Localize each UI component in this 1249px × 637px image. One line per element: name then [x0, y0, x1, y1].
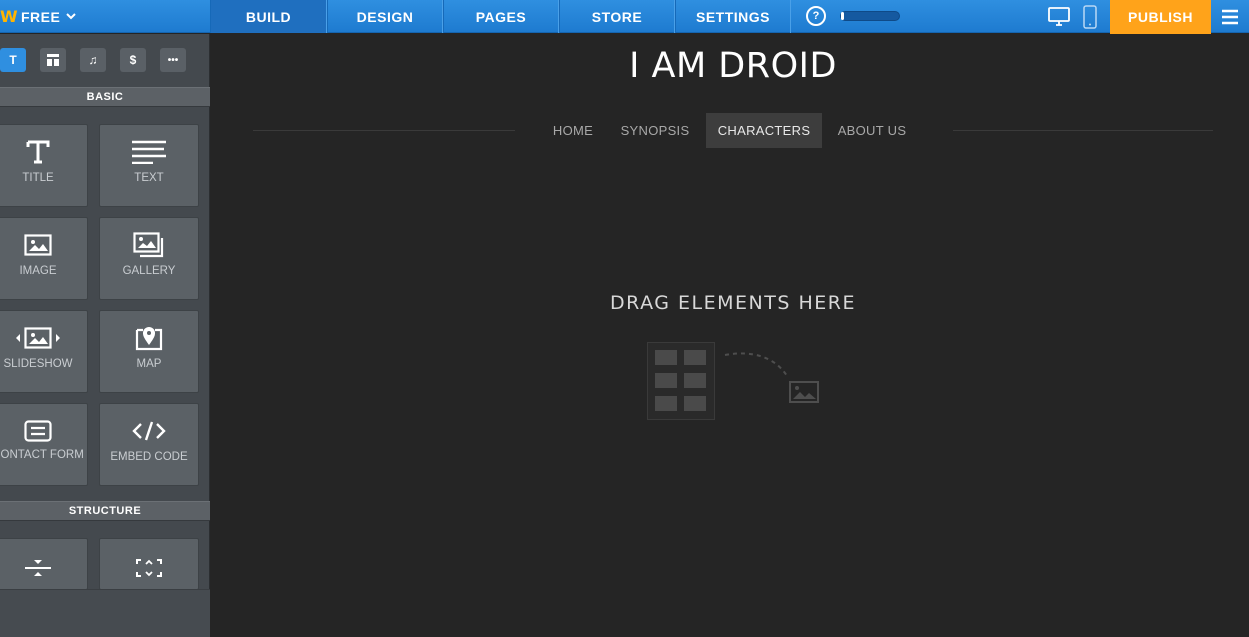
main-nav: BUILD DESIGN PAGES STORE SETTINGS — [210, 0, 791, 33]
spacer-icon — [135, 553, 163, 583]
map-element[interactable]: MAP — [99, 310, 199, 393]
elements-sidebar: T ♫ $ ••• BASIC TITLE TEXT IMAGE GALLERY — [0, 34, 210, 637]
mobile-view-icon[interactable] — [1080, 0, 1100, 33]
help-icon[interactable]: ? — [806, 6, 826, 26]
category-tabs: T ♫ $ ••• — [0, 34, 210, 87]
image-icon — [24, 230, 52, 260]
embed-code-icon — [132, 416, 166, 446]
tab-store[interactable]: STORE — [559, 0, 675, 33]
tile-label: EMBED CODE — [110, 451, 188, 463]
title-element[interactable]: TITLE — [0, 124, 88, 207]
spacer-element[interactable] — [99, 538, 199, 590]
map-icon — [135, 323, 163, 353]
basic-section-label: BASIC — [0, 87, 210, 107]
plan-dropdown-label[interactable]: FREE — [21, 9, 60, 25]
layout-category-icon[interactable] — [40, 48, 66, 72]
tile-label: SLIDESHOW — [3, 358, 73, 370]
top-toolbar: W FREE BUILD DESIGN PAGES STORE SETTINGS… — [0, 0, 1249, 34]
drop-zone-label: DRAG ELEMENTS HERE — [610, 292, 856, 314]
desktop-view-icon[interactable] — [1046, 0, 1072, 33]
hamburger-menu-icon[interactable] — [1211, 0, 1249, 33]
site-nav-synopsis[interactable]: SYNOPSIS — [604, 113, 706, 148]
drag-illustration-icon — [647, 342, 827, 427]
text-element[interactable]: TEXT — [99, 124, 199, 207]
nav-divider-left — [253, 130, 515, 131]
embed-code-element[interactable]: EMBED CODE — [99, 403, 199, 486]
contact-form-element[interactable]: CONTACT FORM — [0, 403, 88, 486]
gallery-icon — [133, 230, 165, 260]
progress-fill — [841, 12, 845, 20]
brand: W FREE — [0, 0, 210, 33]
tile-label: MAP — [136, 358, 162, 370]
image-element[interactable]: IMAGE — [0, 217, 88, 300]
setup-progress-bar[interactable] — [840, 11, 900, 21]
tile-label: CONTACT FORM — [0, 449, 84, 461]
store-category-icon[interactable]: $ — [120, 48, 146, 72]
chevron-down-icon[interactable] — [66, 11, 77, 23]
tab-build[interactable]: BUILD — [210, 0, 327, 33]
publish-button[interactable]: PUBLISH — [1110, 0, 1211, 34]
site-canvas[interactable]: I AM DROID HOME SYNOPSIS CHARACTERS ABOU… — [211, 34, 1249, 637]
tile-label: GALLERY — [122, 265, 176, 277]
site-title[interactable]: I AM DROID — [211, 46, 1249, 86]
site-nav-home[interactable]: HOME — [542, 113, 604, 148]
tab-design[interactable]: DESIGN — [327, 0, 443, 33]
title-icon — [26, 137, 50, 167]
tile-label: IMAGE — [19, 265, 57, 277]
site-nav: HOME SYNOPSIS CHARACTERS ABOUT US — [542, 113, 922, 148]
tile-label: TEXT — [134, 172, 164, 184]
more-category-icon[interactable]: ••• — [160, 48, 186, 72]
nav-divider-right — [953, 130, 1213, 131]
site-nav-about-us[interactable]: ABOUT US — [822, 113, 922, 148]
site-nav-characters[interactable]: CHARACTERS — [706, 113, 822, 148]
tab-settings[interactable]: SETTINGS — [675, 0, 791, 33]
divider-icon — [24, 553, 52, 583]
slideshow-icon — [15, 323, 61, 353]
sidebar-footer — [0, 589, 210, 637]
weebly-logo[interactable]: W — [0, 0, 18, 33]
structure-section-label: STRUCTURE — [0, 501, 210, 521]
tile-label: TITLE — [22, 172, 54, 184]
tab-pages[interactable]: PAGES — [443, 0, 559, 33]
music-category-icon[interactable]: ♫ — [80, 48, 106, 72]
gallery-element[interactable]: GALLERY — [99, 217, 199, 300]
text-icon — [131, 137, 167, 167]
text-category-icon[interactable]: T — [0, 48, 26, 72]
slideshow-element[interactable]: SLIDESHOW — [0, 310, 88, 393]
divider-element[interactable] — [0, 538, 88, 590]
contact-form-icon — [24, 416, 52, 446]
